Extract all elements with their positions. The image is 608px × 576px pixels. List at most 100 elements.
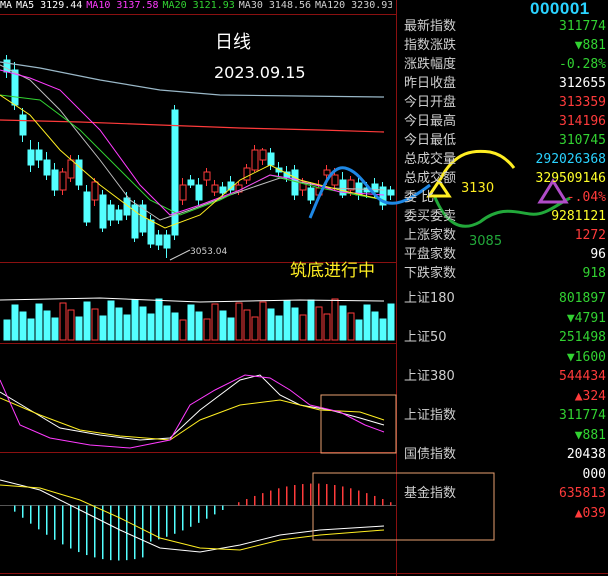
candle-body bbox=[115, 209, 123, 221]
macd-bar bbox=[246, 499, 248, 506]
candle-body bbox=[323, 169, 331, 176]
macd-bar bbox=[254, 495, 256, 506]
quote-row[interactable]: 委买委卖 9281121 bbox=[396, 207, 608, 226]
volume-bar bbox=[155, 298, 163, 341]
kdj-j-line bbox=[0, 374, 385, 449]
volume-bar bbox=[307, 299, 315, 341]
macd-bar bbox=[318, 483, 320, 506]
candle-body bbox=[19, 114, 27, 136]
quote-row[interactable]: 上证180 801897 bbox=[396, 289, 608, 308]
candle-body bbox=[83, 191, 91, 223]
volume-bar bbox=[339, 305, 347, 341]
quote-row[interactable]: 000 bbox=[396, 465, 608, 484]
candle-body bbox=[35, 149, 43, 161]
quote-row[interactable]: ▼881 bbox=[396, 426, 608, 445]
quote-label: 今日最低 bbox=[404, 133, 457, 148]
quote-row[interactable]: 最新指数 311774 bbox=[396, 17, 608, 36]
quote-row[interactable]: 总成交额 329509146 bbox=[396, 169, 608, 188]
ma20-line bbox=[0, 94, 385, 216]
quote-row[interactable]: 上证50 251498 bbox=[396, 328, 608, 347]
candle-body bbox=[27, 149, 35, 166]
macd-bar bbox=[382, 499, 384, 506]
macd-bar bbox=[14, 505, 16, 512]
quote-value: 1272 bbox=[574, 228, 606, 243]
quote-label: 总成交额 bbox=[404, 171, 457, 186]
quote-value: -0.28% bbox=[559, 57, 606, 72]
volume-bar bbox=[131, 299, 139, 341]
volume-bar bbox=[283, 300, 291, 341]
volume-bar bbox=[27, 318, 35, 341]
candle-body bbox=[43, 159, 51, 176]
candle-body bbox=[267, 152, 275, 166]
macd-bar bbox=[174, 505, 176, 534]
moving-average-lines bbox=[0, 61, 385, 229]
volume-bar bbox=[211, 303, 219, 341]
quote-row[interactable]: 今日开盘 313359 bbox=[396, 93, 608, 112]
macd-bar bbox=[158, 505, 160, 540]
macd-bar bbox=[342, 486, 344, 506]
volume-ma-line bbox=[0, 297, 385, 303]
quote-row[interactable]: 今日最高 314196 bbox=[396, 112, 608, 131]
quote-row[interactable]: 上涨家数 1272 bbox=[396, 226, 608, 245]
macd-bar bbox=[310, 483, 312, 506]
quote-label: 今日开盘 bbox=[404, 95, 457, 110]
macd-bar bbox=[270, 490, 272, 506]
macd-bar bbox=[142, 505, 144, 558]
quote-value: 96 bbox=[590, 247, 606, 262]
quote-row[interactable]: ▲039 bbox=[396, 504, 608, 523]
quote-row[interactable]: 涨跌幅度 -0.28% bbox=[396, 55, 608, 74]
quote-label: 指数涨跌 bbox=[404, 38, 457, 53]
quote-value: 20438 bbox=[566, 447, 606, 462]
quote-row[interactable]: ▼1600 bbox=[396, 348, 608, 367]
quote-label: 上证50 bbox=[404, 330, 447, 345]
volume-bar bbox=[67, 309, 75, 341]
low-pointer-line bbox=[169, 249, 191, 261]
quote-value: 312655 bbox=[559, 76, 606, 91]
quote-value: ▼1600 bbox=[566, 349, 606, 365]
macd-bar bbox=[206, 505, 208, 519]
ma120-line bbox=[0, 61, 385, 98]
stock-terminal: { "ma_bar": { "items": [ {"label":"MA","… bbox=[0, 0, 608, 576]
quote-row[interactable]: 昨日收盘 312655 bbox=[396, 74, 608, 93]
quote-row[interactable]: 上证指数 311774 bbox=[396, 406, 608, 425]
quote-row[interactable]: ▲324 bbox=[396, 387, 608, 406]
macd-bar bbox=[78, 505, 80, 553]
quote-row[interactable]: 下跌家数 918 bbox=[396, 264, 608, 283]
volume-bar bbox=[147, 313, 155, 341]
volume-bar bbox=[267, 308, 275, 341]
volume-bar bbox=[259, 301, 267, 341]
volume-bar bbox=[139, 306, 147, 341]
macd-bar bbox=[182, 505, 184, 531]
macd-bar bbox=[70, 505, 72, 549]
candle-body bbox=[243, 167, 251, 181]
quote-label: 涨跌幅度 bbox=[404, 57, 457, 72]
quote-row[interactable]: 平盘家数 96 bbox=[396, 245, 608, 264]
candle-body bbox=[75, 159, 83, 186]
quote-row[interactable]: 上证380 544434 bbox=[396, 367, 608, 386]
quote-row[interactable]: 委 比 -.04% bbox=[396, 188, 608, 207]
volume-bar bbox=[227, 317, 235, 341]
volume-bar bbox=[171, 312, 179, 341]
volume-bar bbox=[275, 315, 283, 341]
quote-row[interactable]: 基金指数 635813 bbox=[396, 484, 608, 503]
macd-bar bbox=[54, 505, 56, 540]
macd-bar bbox=[350, 488, 352, 506]
quote-label: 今日最高 bbox=[404, 114, 457, 129]
quote-row[interactable]: 国债指数 20438 bbox=[396, 445, 608, 464]
quote-row[interactable]: 总成交量 292026368 bbox=[396, 150, 608, 169]
macd-bar bbox=[102, 505, 104, 560]
quote-label: 昨日收盘 bbox=[404, 76, 457, 91]
candle-body bbox=[59, 171, 67, 191]
quote-label: 基金指数 bbox=[404, 486, 457, 501]
macd-bar bbox=[46, 505, 48, 535]
quote-value: 314196 bbox=[559, 114, 606, 129]
quote-row[interactable]: ▼4791 bbox=[396, 309, 608, 328]
candle-body bbox=[179, 184, 187, 201]
volume-bar bbox=[43, 310, 51, 341]
candle-body bbox=[155, 234, 163, 246]
quote-row[interactable]: 指数涨跌 ▼881 bbox=[396, 36, 608, 55]
quote-row[interactable]: 今日最低 310745 bbox=[396, 131, 608, 150]
volume-bar bbox=[75, 316, 83, 341]
volume-bar bbox=[299, 314, 307, 341]
macd-bar bbox=[94, 505, 96, 558]
